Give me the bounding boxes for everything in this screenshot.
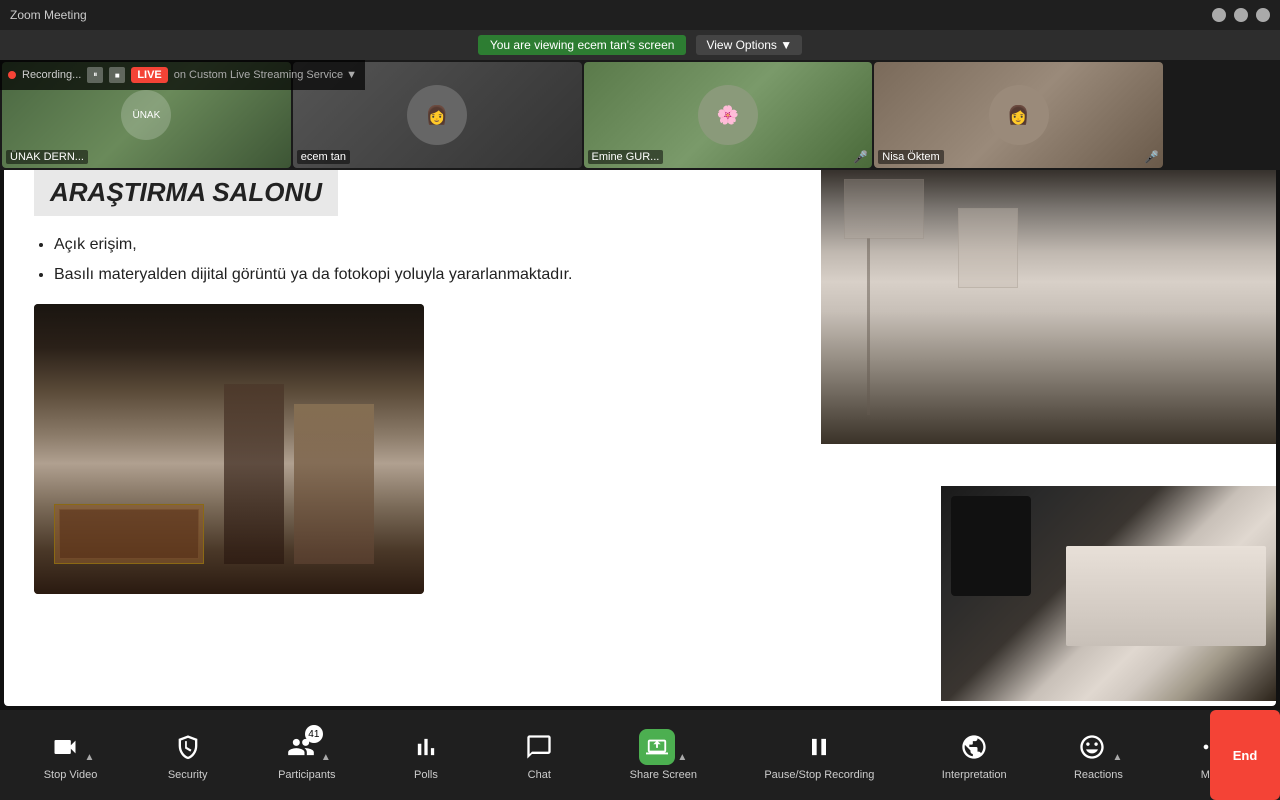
participant-name: ecem tan [297,150,350,164]
interpretation-button[interactable]: Interpretation [930,721,1019,789]
security-label: Security [168,769,208,781]
participant-tile[interactable]: 🌸 Emine GUR... 🎤 [584,62,873,168]
right-images-panel [816,149,1276,706]
participant-name: Nisa Öktem [878,150,943,164]
participant-tile[interactable]: 👩 Nisa Öktem 🎤 [874,62,1163,168]
chat-label: Chat [528,769,551,781]
participant-name: ÜNAK DERN... [6,150,88,164]
reactions-button[interactable]: ▲ Reactions [1062,721,1135,789]
view-options-button[interactable]: View Options ▼ [696,35,802,55]
chart-icon [408,729,444,765]
window-title: Zoom Meeting [10,8,87,22]
stop-video-label: Stop Video [44,769,98,781]
interpretation-label: Interpretation [942,769,1007,781]
main-content: ARAŞTIRMA SALONU Açık erişim, Basılı mat… [0,145,1280,710]
share-screen-label: Share Screen [630,769,697,781]
globe-icon [956,729,992,765]
security-button[interactable]: Security [153,721,223,789]
share-screen-button[interactable]: ▲ Share Screen [618,721,709,789]
chat-icon [521,729,557,765]
muted-icon: 🎤 [1144,150,1159,164]
close-btn[interactable] [1256,8,1270,22]
shield-icon [170,729,206,765]
recording-dot [8,71,16,79]
toolbar: ▲ Stop Video Security 41 ▲ Participants [0,710,1280,800]
stop-video-button[interactable]: ▲ Stop Video [32,721,110,789]
stop-recording-btn[interactable]: ■ [109,67,125,83]
record-icon [801,729,837,765]
participants-button[interactable]: 41 ▲ Participants [266,721,347,789]
window-controls [1212,8,1270,22]
notification-bar: You are viewing ecem tan's screen View O… [0,30,1280,60]
slide-title: ARAŞTIRMA SALONU [34,169,338,216]
polls-label: Polls [414,769,438,781]
pause-recording-btn[interactable]: ⏸ [87,67,103,83]
recording-status: Recording... [22,69,81,81]
share-screen-icon [639,729,675,765]
chat-button[interactable]: Chat [504,721,574,789]
live-service-label[interactable]: on Custom Live Streaming Service ▼ [174,69,357,81]
participants-label: Participants [278,769,335,781]
emoji-icon [1074,729,1110,765]
minimize-btn[interactable] [1212,8,1226,22]
reactions-label: Reactions [1074,769,1123,781]
participant-name: Emine GUR... [588,150,664,164]
muted-icon: 🎤 [853,150,868,164]
recording-bar: Recording... ⏸ ■ LIVE on Custom Live Str… [0,60,365,90]
viewing-badge: You are viewing ecem tan's screen [478,35,687,55]
polls-button[interactable]: Polls [391,721,461,789]
museum-interior-image [34,304,424,594]
corridor-image [821,149,1276,444]
pause-stop-recording-button[interactable]: Pause/Stop Recording [752,721,886,789]
title-bar: Zoom Meeting [0,0,1280,30]
maximize-btn[interactable] [1234,8,1248,22]
video-icon [47,729,83,765]
end-button[interactable]: End [1210,710,1280,800]
live-badge: LIVE [131,67,167,83]
participants-count: 41 [305,725,323,743]
pause-stop-recording-label: Pause/Stop Recording [764,769,874,781]
slide-area: ARAŞTIRMA SALONU Açık erişim, Basılı mat… [4,149,1276,706]
people-icon: 41 [283,729,319,765]
scanner-image [941,486,1276,701]
